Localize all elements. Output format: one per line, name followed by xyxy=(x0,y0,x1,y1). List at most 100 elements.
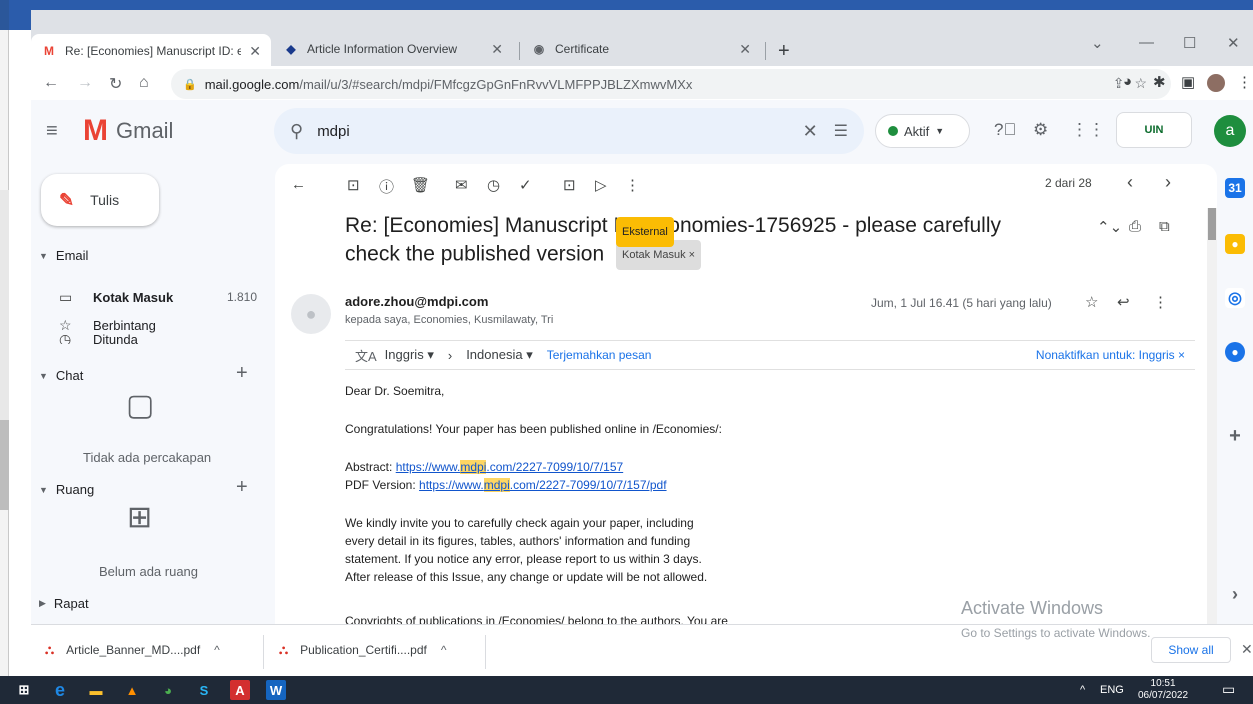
sender-email[interactable]: adore.zhou@mdpi.com xyxy=(345,294,488,309)
minimize-button[interactable]: — xyxy=(1139,34,1154,51)
maximize-button[interactable]: ☐ xyxy=(1183,34,1196,52)
search-icon[interactable]: ⚲ xyxy=(290,121,303,142)
section-spaces[interactable]: ▼ Ruang xyxy=(39,482,94,497)
add-space-button[interactable]: + xyxy=(236,476,248,499)
close-icon[interactable]: ✕ xyxy=(249,43,261,60)
section-chat[interactable]: ▼ Chat xyxy=(39,368,83,383)
tray-chevron-icon[interactable]: ^ xyxy=(1080,684,1085,696)
clock[interactable]: 10:51 06/07/2022 xyxy=(1138,678,1188,702)
share-star-icons[interactable]: ⇪☆ xyxy=(1113,75,1157,92)
add-chat-button[interactable]: + xyxy=(236,362,248,385)
snooze-icon[interactable]: ◷ xyxy=(487,176,500,194)
back-to-list-icon[interactable]: ← xyxy=(291,176,306,193)
search-box[interactable]: ⚲ mdpi ✕ ☰ xyxy=(274,108,864,154)
org-logo[interactable]: UIN xyxy=(1116,112,1192,148)
print-icon[interactable]: ⎙ xyxy=(1129,218,1141,235)
chrome-icon[interactable]: ◕ xyxy=(158,680,178,700)
browser-toolbar: ← → ↻ ⌂ 🔒 mail.google.com /mail/u/3/#sea… xyxy=(31,68,1253,100)
tasks-icon[interactable]: ◎ xyxy=(1225,288,1245,308)
keep-icon[interactable]: ● xyxy=(1225,234,1245,254)
move-to-icon[interactable]: ⊡ xyxy=(563,176,576,194)
compose-button[interactable]: ✎ Tulis xyxy=(41,174,159,226)
message-scrollbar[interactable] xyxy=(1207,208,1217,624)
contacts-icon[interactable]: ● xyxy=(1225,342,1245,362)
close-icon[interactable]: ✕ xyxy=(739,41,751,58)
word-icon[interactable]: W xyxy=(266,680,286,700)
apps-grid-icon[interactable]: ⋮⋮ xyxy=(1071,120,1105,140)
recipients[interactable]: kepada saya, Economies, Kusmilawaty, Tri xyxy=(345,314,553,326)
puzzle-icon[interactable]: ✱ xyxy=(1153,73,1166,91)
file-explorer-icon[interactable]: ▬ xyxy=(86,680,106,700)
section-meet[interactable]: ▶ Rapat xyxy=(39,596,89,611)
download-item[interactable]: ⛬ Article_Banner_MD....pdf ^ xyxy=(45,642,220,658)
skype-icon[interactable]: S xyxy=(194,680,214,700)
acrobat-icon[interactable]: A xyxy=(230,680,250,700)
archive-icon[interactable]: ⊡ xyxy=(347,176,360,194)
show-all-button[interactable]: Show all xyxy=(1151,637,1231,663)
sidepanel-icon[interactable]: ▣ xyxy=(1181,73,1195,91)
more-options-icon[interactable]: ⋮ xyxy=(1153,293,1168,311)
close-downloads-icon[interactable]: ✕ xyxy=(1241,641,1253,658)
new-tab-button[interactable]: + xyxy=(778,40,790,63)
reply-icon[interactable]: ↩ xyxy=(1117,293,1130,311)
abstract-link[interactable]: https://www.mdpi.com/2227-7099/10/7/157 xyxy=(396,460,623,474)
older-button[interactable]: › xyxy=(1165,172,1171,193)
chevron-up-icon[interactable]: ^ xyxy=(441,643,447,657)
help-icon[interactable]: ?⃝ xyxy=(994,120,1016,140)
sidebar-item-snoozed[interactable]: ◷ Ditunda xyxy=(59,334,269,344)
status-chip[interactable]: Aktif ▼ xyxy=(875,114,970,148)
delete-icon[interactable]: 🗑 xyxy=(411,176,430,194)
sender-avatar[interactable]: ● xyxy=(291,294,331,334)
add-task-icon[interactable]: ✓ xyxy=(519,176,532,194)
tab-gmail[interactable]: M Re: [Economies] Manuscript ID: e ✕ xyxy=(31,34,271,68)
account-avatar[interactable]: a xyxy=(1214,115,1246,147)
newer-button[interactable]: ‹ xyxy=(1127,172,1133,193)
profile-avatar[interactable] xyxy=(1207,74,1225,92)
address-bar[interactable]: 🔒 mail.google.com /mail/u/3/#search/mdpi… xyxy=(171,69,1171,99)
disable-translate-link[interactable]: Nonaktifkan untuk: Inggris × xyxy=(1036,348,1185,362)
calendar-icon[interactable]: 31 xyxy=(1225,178,1245,198)
notification-icon[interactable]: ▭ xyxy=(1222,681,1235,698)
settings-gear-icon[interactable]: ⚙ xyxy=(1033,120,1048,140)
edge-icon[interactable]: e xyxy=(50,680,70,700)
back-button[interactable]: ← xyxy=(43,74,59,92)
mark-unread-icon[interactable]: ✉ xyxy=(455,176,468,194)
clear-search-icon[interactable]: ✕ xyxy=(803,121,818,142)
home-button[interactable]: ⌂ xyxy=(139,74,149,92)
menu-icon[interactable]: ⋮ xyxy=(1237,73,1252,91)
translate-from-select[interactable]: Inggris ▾ xyxy=(385,347,434,363)
sidebar-item-inbox[interactable]: ▭ Kotak Masuk 1.810 xyxy=(59,286,269,308)
expand-panel-icon[interactable]: › xyxy=(1225,584,1245,604)
windows-start-icon[interactable]: ⊞ xyxy=(14,680,34,700)
close-icon[interactable]: ✕ xyxy=(491,41,503,58)
reload-button[interactable]: ↻ xyxy=(109,74,122,94)
translate-message-link[interactable]: Terjemahkan pesan xyxy=(547,348,652,362)
star-icon[interactable]: ☆ xyxy=(1085,293,1098,311)
input-language[interactable]: ENG xyxy=(1100,684,1124,696)
more-icon[interactable]: ⋮ xyxy=(625,176,640,194)
expand-all-icon[interactable]: ⌃⌄ xyxy=(1097,218,1122,236)
hamburger-icon[interactable]: ≡ xyxy=(46,120,58,143)
lock-icon[interactable]: 🔒 xyxy=(183,78,197,91)
tab-article-info[interactable]: ◆ Article Information Overview ✕ xyxy=(273,34,513,64)
download-item[interactable]: ⛬ Publication_Certifi....pdf ^ xyxy=(279,642,446,658)
scrollbar-thumb[interactable] xyxy=(1208,208,1216,240)
pdf-link[interactable]: https://www.mdpi.com/2227-7099/10/7/157/… xyxy=(419,478,667,492)
search-options-icon[interactable]: ☰ xyxy=(834,121,848,141)
label-icon[interactable]: ▷ xyxy=(595,176,607,194)
search-input[interactable]: mdpi xyxy=(317,123,802,140)
translate-to-select[interactable]: Indonesia ▾ xyxy=(466,347,533,363)
sidebar-item-starred[interactable]: ☆ Berbintang xyxy=(59,314,269,336)
gmail-logo[interactable]: M Gmail xyxy=(83,114,173,148)
add-addon-button[interactable]: + xyxy=(1225,425,1245,447)
chevron-up-icon[interactable]: ^ xyxy=(214,643,220,657)
report-spam-icon[interactable]: ⓘ xyxy=(379,176,394,197)
tab-certificate[interactable]: ◉ Certificate ✕ xyxy=(521,34,761,64)
close-window-button[interactable]: ✕ xyxy=(1227,34,1240,52)
open-new-window-icon[interactable]: ⧉ xyxy=(1159,218,1170,235)
section-email[interactable]: ▼ Email xyxy=(39,248,88,263)
extension-icon[interactable]: ◕ xyxy=(1123,73,1132,90)
forward-button[interactable]: → xyxy=(77,74,93,92)
vlc-icon[interactable]: ▲ xyxy=(122,680,142,700)
tab-search-icon[interactable]: ⌄ xyxy=(1091,34,1104,52)
